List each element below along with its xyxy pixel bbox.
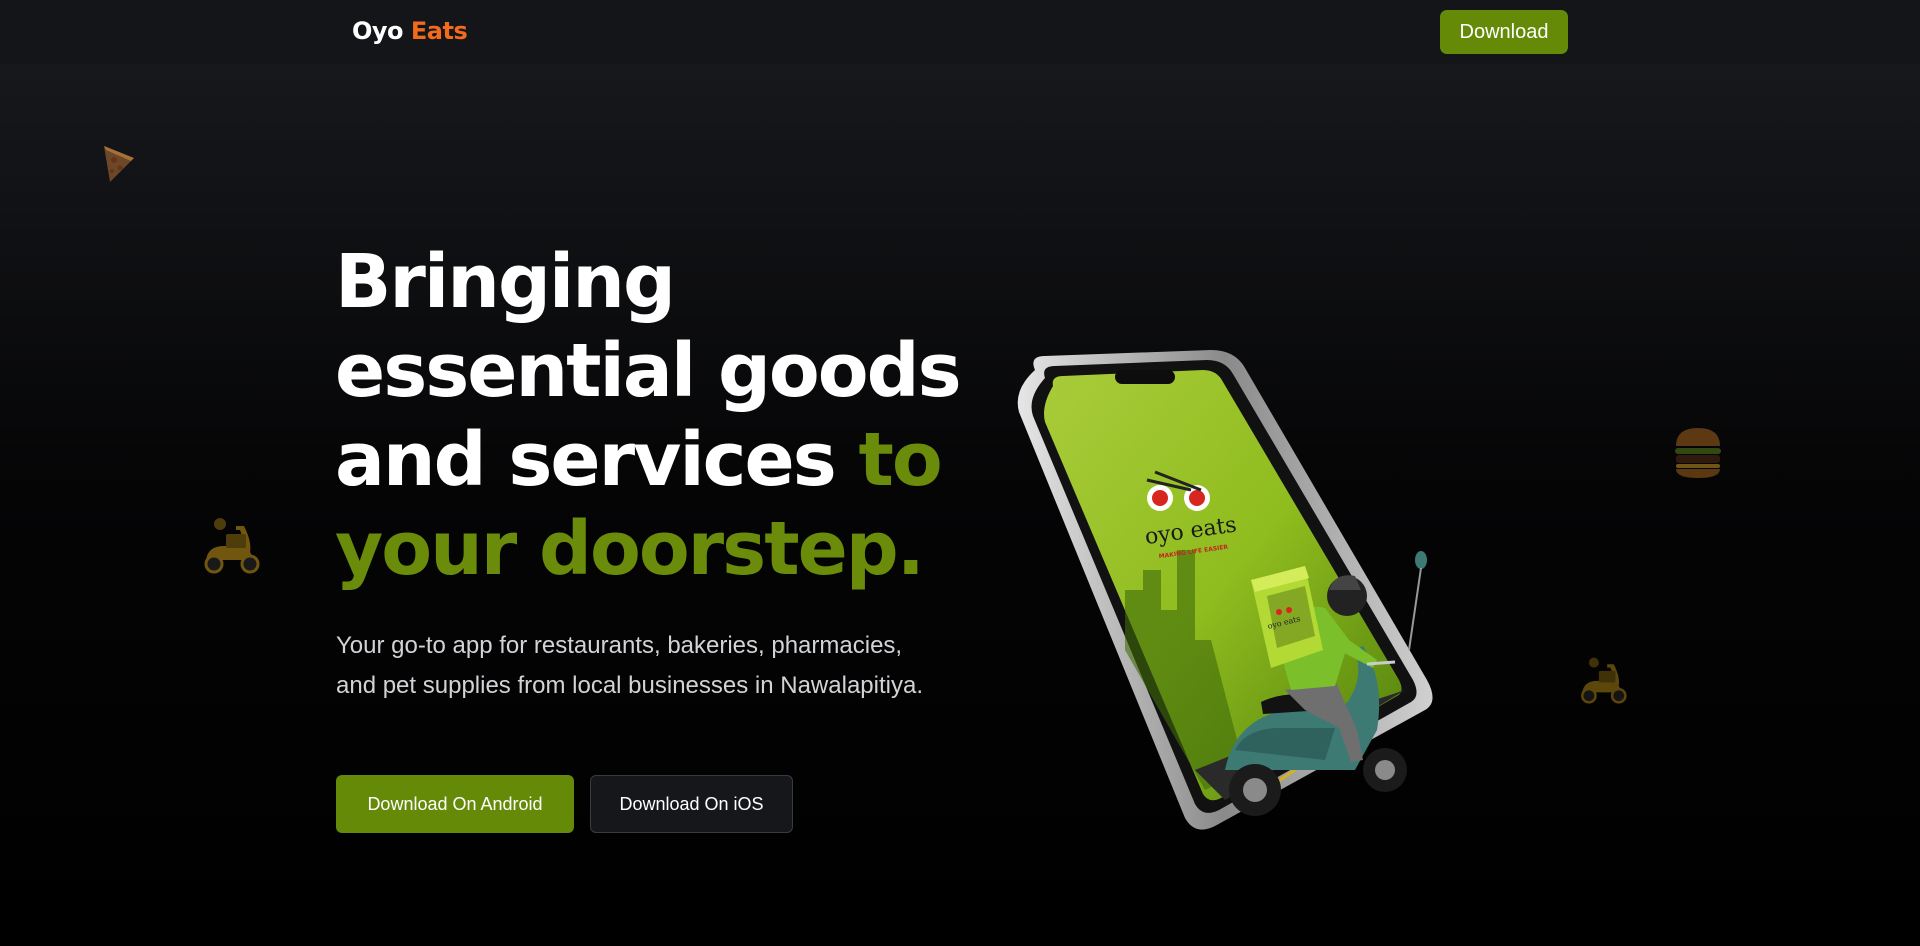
pizza-slice-icon — [104, 146, 134, 182]
headline-line-1: Bringing — [335, 239, 676, 325]
brand-logo[interactable]: Oyo Eats — [352, 17, 468, 45]
headline-accent-doorstep: your doorstep. — [335, 506, 925, 592]
hero-subtext: Your go-to app for restaurants, bakeries… — [336, 632, 923, 699]
scooter-icon — [1581, 657, 1627, 704]
download-ios-button[interactable]: Download On iOS — [590, 775, 793, 833]
headline-accent-to: to — [858, 417, 943, 503]
landing-page: Oyo Eats Download Bringing essential goo… — [0, 0, 1920, 946]
logo-word-oyo: Oyo — [352, 17, 404, 45]
navbar: Oyo Eats Download — [0, 0, 1920, 64]
hero-headline: Bringing essential goods and services to… — [335, 238, 975, 594]
nav-download-button[interactable]: Download — [1440, 10, 1568, 54]
headline-line-2: essential goods — [335, 328, 962, 414]
phone-delivery-illustration: oyo eats MAKING LIFE EASIER oyo eats — [1017, 350, 1433, 830]
headline-line-3: and services — [335, 417, 859, 503]
logo-word-eats: Eats — [410, 17, 468, 45]
burger-icon — [1675, 428, 1721, 478]
scooter-icon — [204, 518, 260, 574]
download-android-button[interactable]: Download On Android — [336, 775, 574, 833]
